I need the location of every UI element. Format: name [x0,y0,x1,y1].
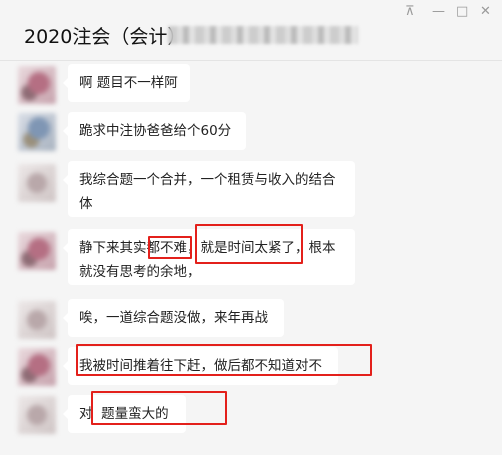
minimize-icon[interactable]: — [432,4,445,19]
avatar[interactable] [18,348,56,386]
message-text: 我被时间推着往下赶，做后都不知道对不 [79,358,322,374]
group-title: 2020注会（会计） [24,26,187,48]
message-bubble[interactable]: 静下来其实都不难，就是时间太紧了，根本 就没有思考的余地， [63,229,355,285]
message-text: 静下来其实都不难，就是时间太紧了，根本 就没有思考的余地， [79,240,336,280]
message-bubble[interactable]: 跪求中注协爸爸给个60分 [63,112,246,150]
message-text: 啊 题目不一样阿 [79,75,178,91]
avatar[interactable] [18,396,56,434]
message-bubble[interactable]: 对 题量蛮大的 [63,395,186,433]
avatar[interactable] [18,113,56,151]
message-text: 对 题量蛮大的 [79,406,169,422]
maximize-icon[interactable]: □ [456,4,468,19]
message-text: 唉，一道综合题没做，来年再战 [79,310,268,326]
message-list[interactable]: 啊 题目不一样阿 跪求中注协爸爸给个60分 我综合题一个合并，一个租赁与收入的结… [0,60,502,455]
close-icon[interactable]: ✕ [480,4,491,19]
message-bubble[interactable]: 唉，一道综合题没做，来年再战 [63,299,284,337]
avatar[interactable] [18,164,56,202]
message-bubble[interactable]: 我被时间推着往下赶，做后都不知道对不 [63,347,338,385]
avatar[interactable] [18,232,56,270]
message-text: 跪求中注协爸爸给个60分 [79,123,232,139]
redacted-title-block [168,26,358,44]
chat-header: 2020注会（会计） ⊼ — □ ✕ [0,0,502,61]
pin-icon[interactable]: ⊼ [405,4,415,19]
message-bubble[interactable]: 我综合题一个合并，一个租赁与收入的结合 体 [63,161,355,217]
avatar[interactable] [18,301,56,339]
avatar[interactable] [18,66,56,104]
message-bubble[interactable]: 啊 题目不一样阿 [63,64,190,102]
message-text: 我综合题一个合并，一个租赁与收入的结合 体 [79,172,336,212]
